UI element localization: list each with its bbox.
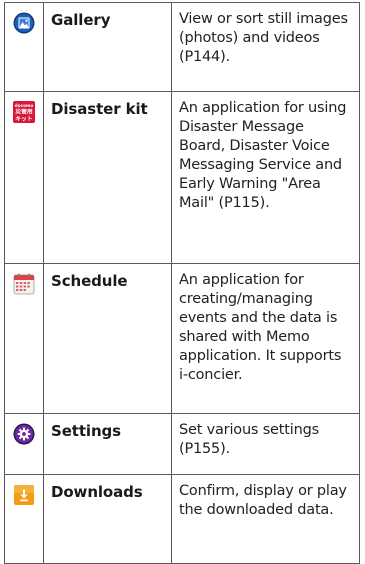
app-name-downloads: Downloads (43, 474, 172, 564)
settings-gear-icon (13, 423, 35, 445)
table-row: Downloads Confirm, display or play the d… (4, 474, 360, 564)
downloads-arrow-icon (13, 484, 35, 506)
icon-cell (4, 413, 44, 475)
icon-cell: docomo 災害用 キット (4, 91, 44, 264)
app-name-settings: Settings (43, 413, 172, 475)
icon-cell (4, 2, 44, 92)
icon-cell (4, 263, 44, 414)
app-description-gallery: View or sort still images (photos) and v… (171, 2, 360, 92)
disaster-kit-icon: docomo 災害用 キット (13, 101, 35, 123)
app-name-disaster-kit: Disaster kit (43, 91, 172, 264)
app-list-table: Gallery View or sort still images (photo… (4, 2, 360, 564)
app-description-disaster-kit: An application for using Disaster Messag… (171, 91, 360, 264)
disaster-kit-icon-brand: docomo (15, 103, 34, 108)
disaster-kit-icon-line1: 災害用 (14, 108, 33, 116)
schedule-calendar-icon (13, 273, 35, 295)
icon-cell (4, 474, 44, 564)
disaster-kit-icon-line2: キット (15, 116, 33, 123)
gallery-icon (13, 12, 35, 34)
app-name-gallery: Gallery (43, 2, 172, 92)
table-row: docomo 災害用 キット Disaster kit An applicati… (4, 91, 360, 264)
table-row: Schedule An application for creating/man… (4, 263, 360, 414)
app-description-downloads: Confirm, display or play the downloaded … (171, 474, 360, 564)
table-row: Gallery View or sort still images (photo… (4, 2, 360, 92)
app-description-settings: Set various settings (P155). (171, 413, 360, 475)
app-name-schedule: Schedule (43, 263, 172, 414)
table-row: Settings Set various settings (P155). (4, 413, 360, 475)
app-description-schedule: An application for creating/managing eve… (171, 263, 360, 414)
